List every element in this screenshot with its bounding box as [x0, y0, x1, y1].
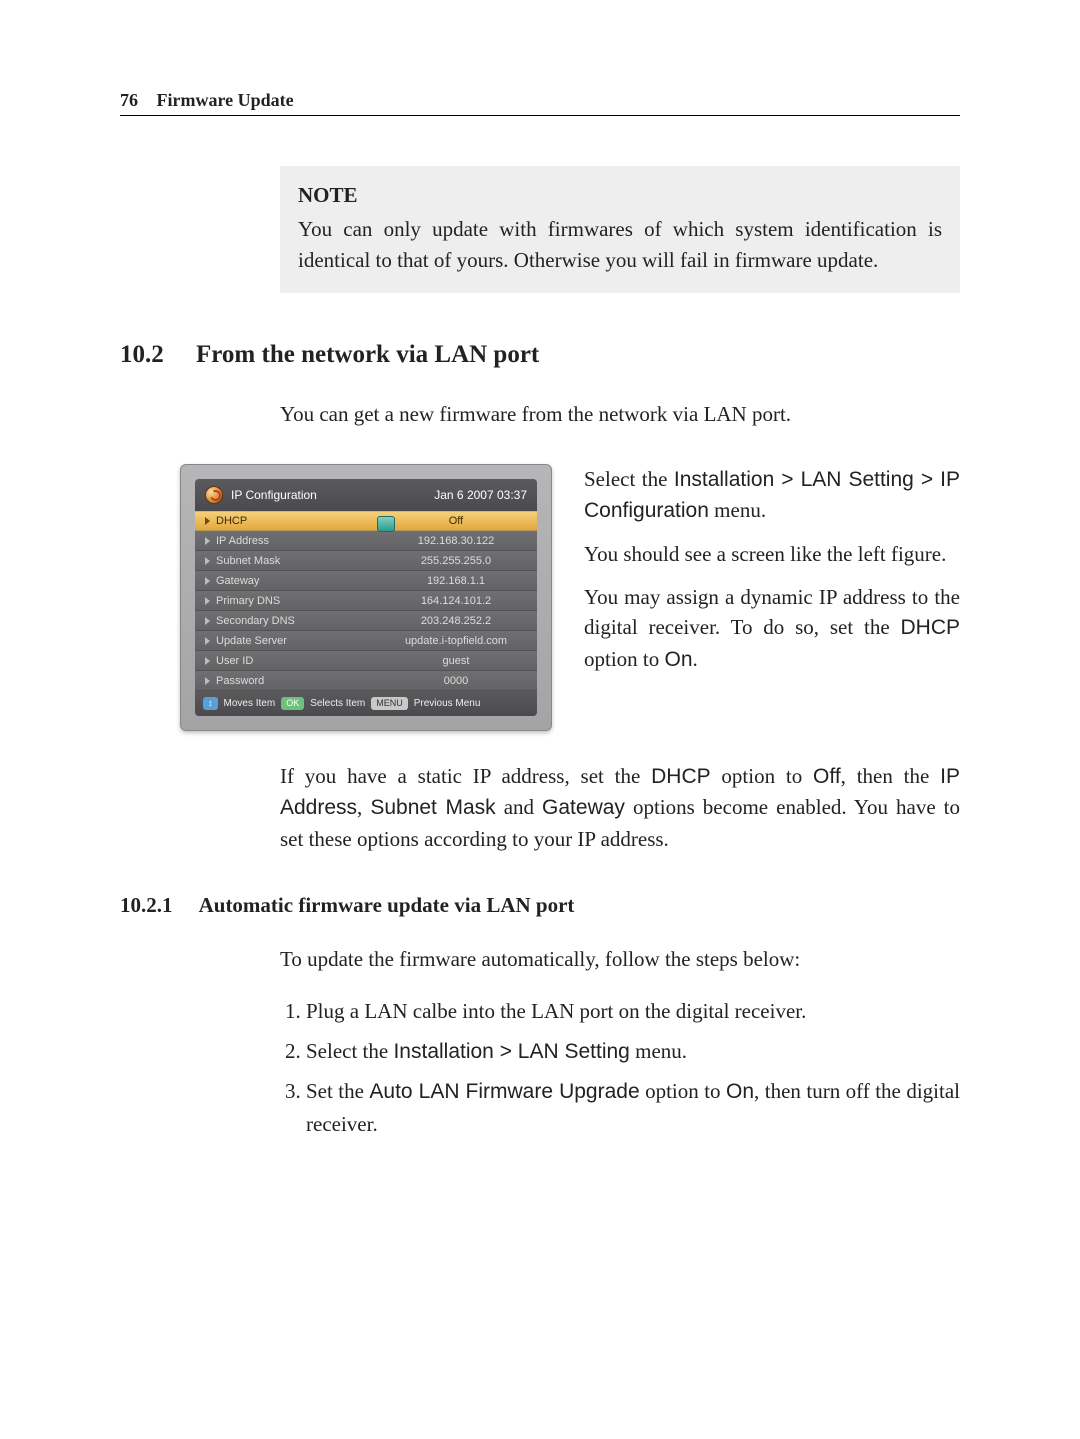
config-row-value: 203.248.252.2 — [375, 615, 537, 627]
step-1: Plug a LAN calbe into the LAN port on th… — [306, 995, 960, 1029]
config-row-secondary-dns: Secondary DNS203.248.252.2 — [195, 611, 537, 631]
note-title: NOTE — [298, 180, 942, 210]
screenshot-datetime: Jan 6 2007 03:37 — [434, 488, 527, 502]
auto-lan-upgrade-term: Auto LAN Firmware Upgrade — [369, 1080, 639, 1103]
triangle-icon — [205, 557, 210, 565]
triangle-icon — [205, 657, 210, 665]
screenshot-footer: ↕ Moves Item OK Selects Item MENU Previo… — [195, 691, 537, 716]
footer-moves: Moves Item — [224, 698, 276, 709]
config-row-value: update.i-topfield.com — [375, 635, 537, 647]
menu-chip: MENU — [371, 697, 408, 710]
config-row-label: IP Address — [195, 535, 375, 547]
screenshot-titlebar: IP Configuration Jan 6 2007 03:37 — [195, 479, 537, 511]
ok-chip: OK — [281, 697, 304, 710]
config-row-label: User ID — [195, 655, 375, 667]
config-row-primary-dns: Primary DNS164.124.101.2 — [195, 591, 537, 611]
config-row-value: 255.255.255.0 — [375, 555, 537, 567]
config-row-update-server: Update Serverupdate.i-topfield.com — [195, 631, 537, 651]
screenshot-title: IP Configuration — [231, 488, 317, 502]
config-row-gateway: Gateway192.168.1.1 — [195, 571, 537, 591]
app-icon — [205, 486, 223, 504]
triangle-icon — [205, 617, 210, 625]
footer-selects: Selects Item — [310, 698, 365, 709]
note-box: NOTE You can only update with firmwares … — [280, 166, 960, 293]
side-paragraph-1: Select the Installation > LAN Setting > … — [584, 464, 960, 527]
menu-path-lan-setting: Installation > LAN Setting — [393, 1040, 629, 1063]
section-number: 10.2 — [120, 341, 164, 368]
config-row-value: 0000 — [375, 675, 537, 687]
on-term: On — [665, 648, 693, 671]
config-row-value: Off — [375, 515, 537, 527]
section-title: From the network via LAN port — [196, 341, 539, 368]
config-row-label: Primary DNS — [195, 595, 375, 607]
config-row-user-id: User IDguest — [195, 651, 537, 671]
section-heading: 10.2 From the network via LAN port — [120, 341, 960, 369]
page-header: 76 Firmware Update — [120, 90, 960, 116]
config-row-label: Gateway — [195, 575, 375, 587]
steps-list: Plug a LAN calbe into the LAN port on th… — [280, 995, 960, 1141]
config-row-label: Update Server — [195, 635, 375, 647]
config-row-label: DHCP — [195, 515, 375, 527]
page-number: 76 — [120, 90, 138, 110]
triangle-icon — [205, 517, 210, 525]
ip-config-screenshot: IP Configuration Jan 6 2007 03:37 DHCPOf… — [180, 464, 552, 731]
config-row-value: 164.124.101.2 — [375, 595, 537, 607]
note-body: You can only update with firmwares of wh… — [298, 214, 942, 275]
subsection-heading: 10.2.1 Automatic firmware update via LAN… — [120, 893, 960, 918]
config-row-subnet-mask: Subnet Mask255.255.255.0 — [195, 551, 537, 571]
subsection-title: Automatic firmware update via LAN port — [199, 893, 575, 917]
dhcp-term: DHCP — [900, 616, 960, 639]
chapter-title: Firmware Update — [157, 90, 294, 110]
config-row-ip-address: IP Address192.168.30.122 — [195, 531, 537, 551]
config-row-value: guest — [375, 655, 537, 667]
triangle-icon — [205, 677, 210, 685]
subsection-number: 10.2.1 — [120, 893, 173, 917]
triangle-icon — [205, 597, 210, 605]
step-3: Set the Auto LAN Firmware Upgrade option… — [306, 1075, 960, 1142]
config-row-value: 192.168.1.1 — [375, 575, 537, 587]
after-figure-paragraph: If you have a static IP address, set the… — [280, 761, 960, 855]
config-row-dhcp: DHCPOff — [195, 511, 537, 531]
triangle-icon — [205, 577, 210, 585]
updown-chip: ↕ — [203, 697, 218, 710]
triangle-icon — [205, 537, 210, 545]
config-row-label: Password — [195, 675, 375, 687]
config-row-password: Password0000 — [195, 671, 537, 691]
step-2: Select the Installation > LAN Setting me… — [306, 1035, 960, 1069]
left-right-toggle-icon — [377, 516, 395, 532]
subsection-intro: To update the firmware automatically, fo… — [280, 944, 960, 975]
config-row-label: Secondary DNS — [195, 615, 375, 627]
footer-prev: Previous Menu — [414, 698, 481, 709]
side-paragraph-2: You should see a screen like the left fi… — [584, 539, 960, 570]
side-paragraph-3: You may assign a dynamic IP address to t… — [584, 582, 960, 676]
config-row-value: 192.168.30.122 — [375, 535, 537, 547]
section-intro: You can get a new firmware from the netw… — [280, 399, 960, 429]
triangle-icon — [205, 637, 210, 645]
config-row-label: Subnet Mask — [195, 555, 375, 567]
